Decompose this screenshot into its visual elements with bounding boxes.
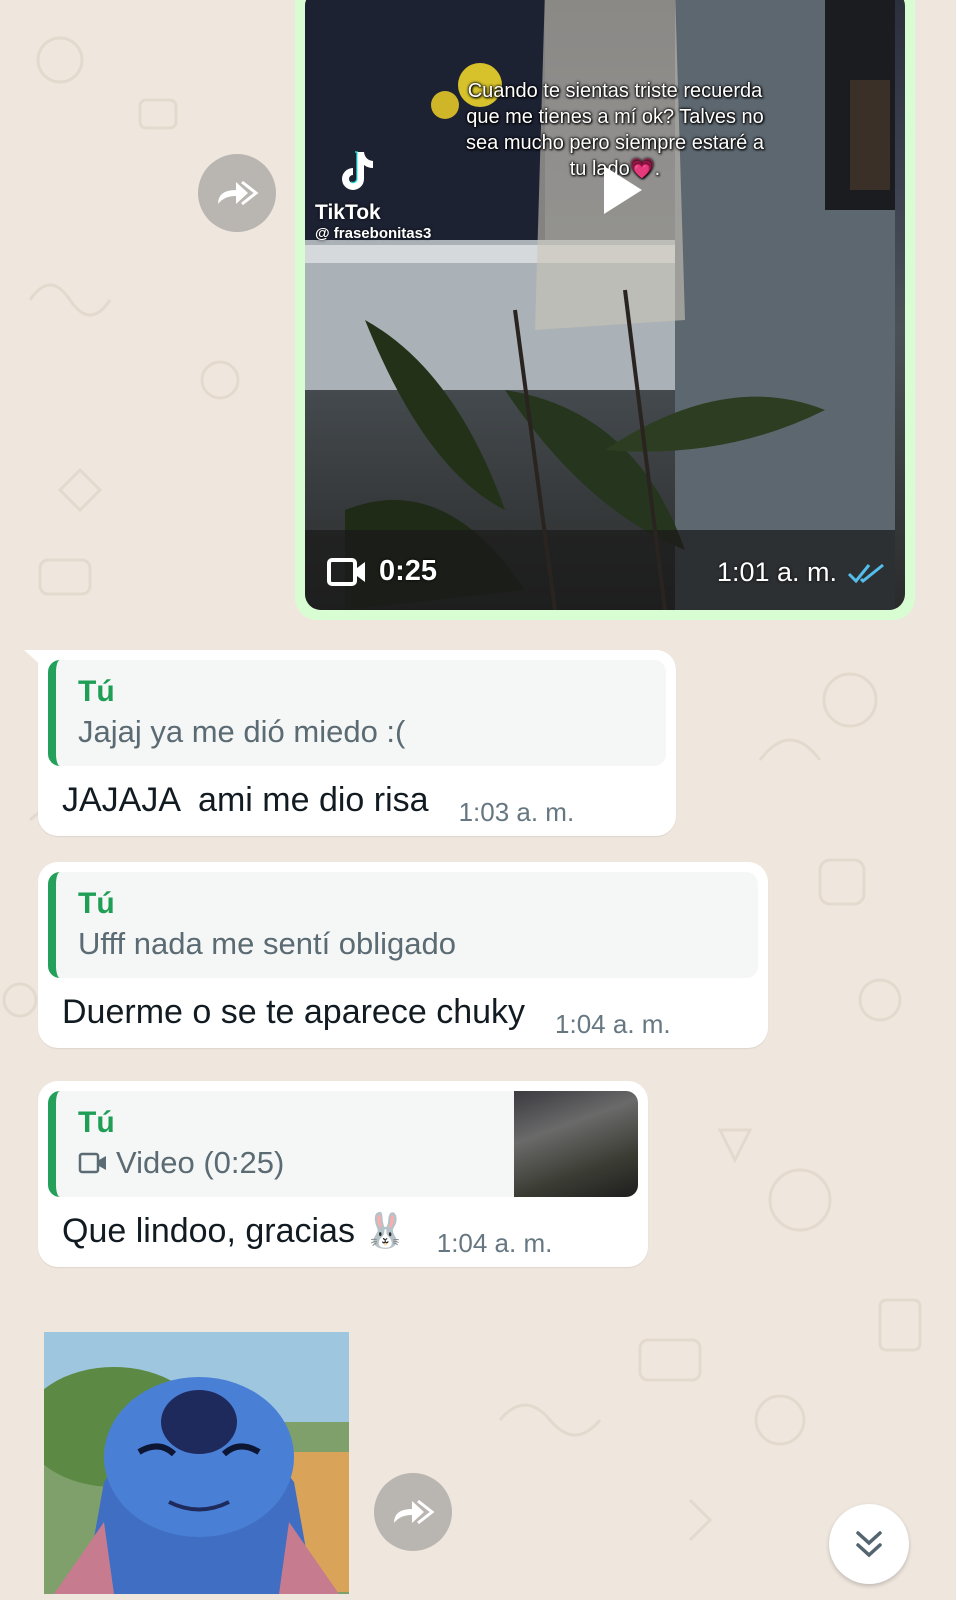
quote-video-thumbnail — [514, 1091, 638, 1197]
quote-text: Ufff nada me sentí obligado — [78, 926, 457, 961]
forward-button[interactable] — [198, 154, 276, 232]
quote-author: Tú — [78, 887, 115, 920]
quote-text: Jajaj ya me dió miedo :( — [78, 714, 406, 749]
forward-button[interactable] — [374, 1473, 452, 1551]
video-timestamp: 1:01 a. m. — [717, 557, 887, 588]
quoted-message[interactable]: Tú Ufff nada me sentí obligado — [48, 872, 758, 978]
tiktok-logo-icon — [342, 151, 373, 190]
quote-text: Video (0:25) — [116, 1145, 285, 1180]
forward-icon — [394, 1499, 435, 1525]
video-duration: 0:25 — [327, 555, 437, 588]
quote-author: Tú — [78, 1106, 115, 1139]
message-time: 1:03 a. m. — [458, 797, 575, 827]
quoted-message[interactable]: Tú Video (0:25) — [48, 1091, 638, 1197]
message-time: 1:04 a. m. — [555, 1009, 671, 1039]
video-thumbnail[interactable]: TikTok @ frasebonitas3 Cuando te sientas… — [305, 0, 905, 610]
quote-author: Tú — [78, 675, 115, 708]
incoming-message[interactable]: Tú Jajaj ya me dió miedo :( JAJAJA ami m… — [24, 650, 676, 836]
stitch-sticker[interactable] — [44, 1332, 349, 1594]
incoming-message[interactable]: Tú Ufff nada me sentí obligado Duerme o … — [38, 862, 768, 1048]
tiktok-username: @ frasebonitas3 — [315, 225, 432, 242]
message-time: 1:04 a. m. — [436, 1228, 553, 1258]
scroll-to-bottom-button[interactable] — [829, 1504, 909, 1584]
message-text: Que lindoo, gracias 🐰 — [62, 1212, 407, 1250]
play-icon[interactable] — [590, 160, 650, 220]
outgoing-video-message[interactable]: TikTok @ frasebonitas3 Cuando te sientas… — [295, 0, 915, 620]
message-text: Duerme o se te aparece chuky — [62, 993, 526, 1031]
bubble-tail — [24, 650, 44, 668]
message-text: JAJAJA ami me dio risa — [62, 781, 429, 819]
tiktok-brand: TikTok — [315, 201, 381, 224]
video-camera-icon — [327, 557, 365, 586]
tiktok-watermark: TikTok @ frasebonitas3 — [315, 150, 475, 242]
duration-label: 0:25 — [379, 555, 438, 587]
video-camera-icon — [78, 1152, 106, 1174]
timestamp-label: 1:01 a. m. — [716, 557, 837, 587]
double-check-read-icon — [847, 563, 884, 583]
incoming-message[interactable]: Tú Video (0:25) Que lindoo, gracias 🐰 1:… — [38, 1081, 648, 1267]
sticker-image — [44, 1332, 349, 1594]
quoted-message[interactable]: Tú Jajaj ya me dió miedo :( — [48, 660, 666, 766]
forward-icon — [218, 180, 259, 206]
double-chevron-down-icon — [856, 1531, 882, 1558]
quote-video-label: Video (0:25) — [78, 1141, 498, 1185]
